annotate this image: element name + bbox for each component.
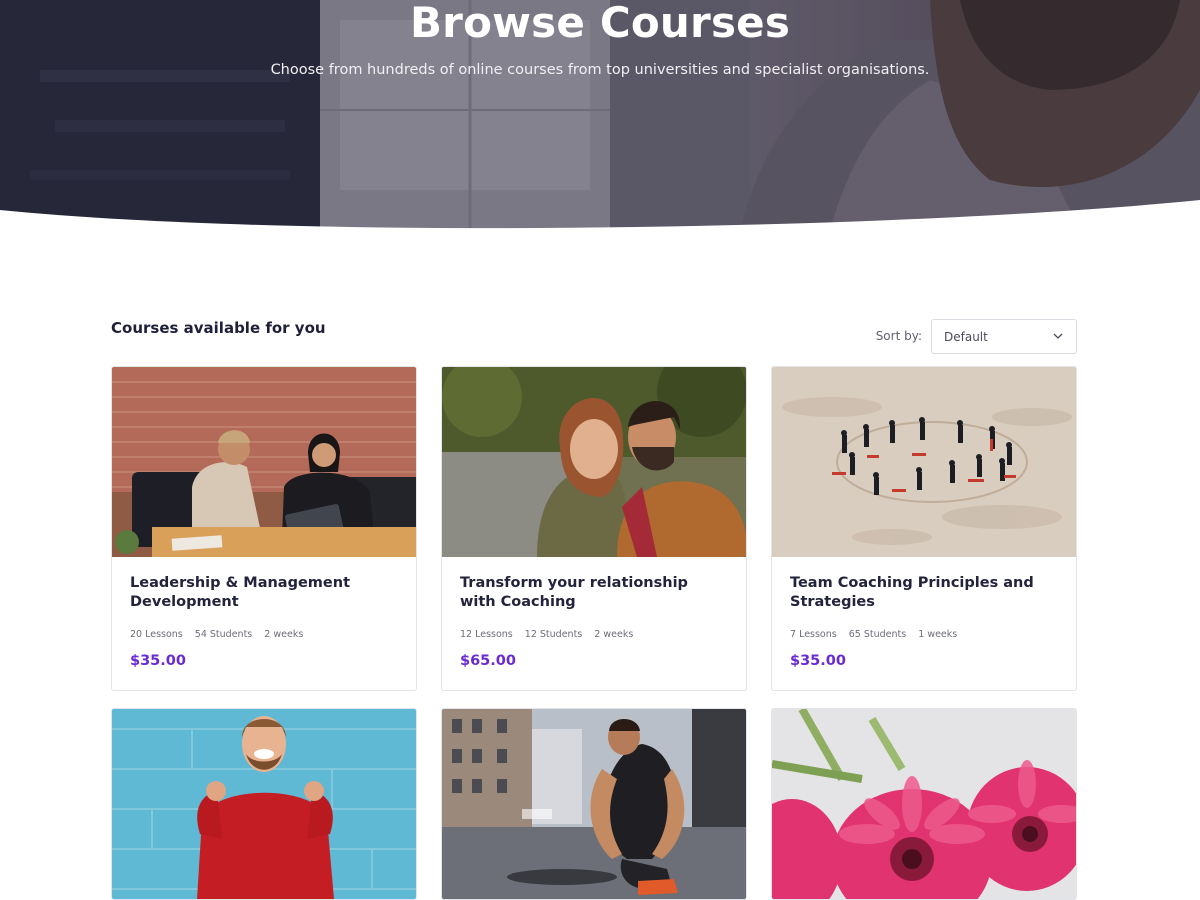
couple-photo [442,367,746,557]
pink-gerbera-flowers-photo [772,709,1076,899]
page-subtitle: Choose from hundreds of online courses f… [270,62,930,78]
course-title[interactable]: Transform your relationship with Coachin… [460,574,728,612]
course-thumbnail[interactable] [442,709,746,899]
course-price: $65.00 [460,653,516,669]
course-thumbnail[interactable] [442,367,746,557]
students-count: 65 Students [848,629,907,640]
course-card[interactable] [441,708,747,900]
office-meeting-photo [112,367,416,557]
course-thumbnail[interactable] [112,709,416,899]
hero-wave-divider [0,200,1200,230]
course-card[interactable]: Leadership & Management Development 20 L… [111,366,417,691]
course-thumbnail[interactable] [772,709,1076,899]
course-price: $35.00 [790,653,846,669]
lessons-count: 7 Lessons [790,629,837,640]
course-duration: 2 weeks [594,629,634,640]
section-title: Courses available for you [111,319,326,337]
course-card[interactable]: Team Coaching Principles and Strategies … [771,366,1077,691]
course-card[interactable] [111,708,417,900]
course-card[interactable]: Transform your relationship with Coachin… [441,366,747,691]
chevron-down-icon [1053,333,1063,339]
course-meta: 7 Lessons 65 Students 1 weeks [790,629,1058,640]
beach-team-circle-photo [772,367,1076,557]
sort-label: Sort by: [875,329,922,343]
course-thumbnail[interactable] [772,367,1076,557]
lessons-count: 12 Lessons [460,629,513,640]
page-title: Browse Courses [409,0,791,47]
lessons-count: 20 Lessons [130,629,183,640]
course-card[interactable] [771,708,1077,900]
hero-banner: Browse Courses Choose from hundreds of o… [0,0,1200,230]
course-meta: 20 Lessons 54 Students 2 weeks [130,629,398,640]
runner-tying-shoe-photo [442,709,746,899]
sort-dropdown[interactable]: Default [931,319,1077,354]
course-title[interactable]: Team Coaching Principles and Strategies [790,574,1058,612]
students-count: 12 Students [524,629,583,640]
course-meta: 12 Lessons 12 Students 2 weeks [460,629,728,640]
course-thumbnail[interactable] [112,367,416,557]
course-duration: 1 weeks [918,629,958,640]
happy-man-red-sweater-photo [112,709,416,899]
course-duration: 2 weeks [264,629,304,640]
course-title[interactable]: Leadership & Management Development [130,574,398,612]
sort-selected-value: Default [944,330,988,344]
students-count: 54 Students [194,629,253,640]
course-price: $35.00 [130,653,186,669]
